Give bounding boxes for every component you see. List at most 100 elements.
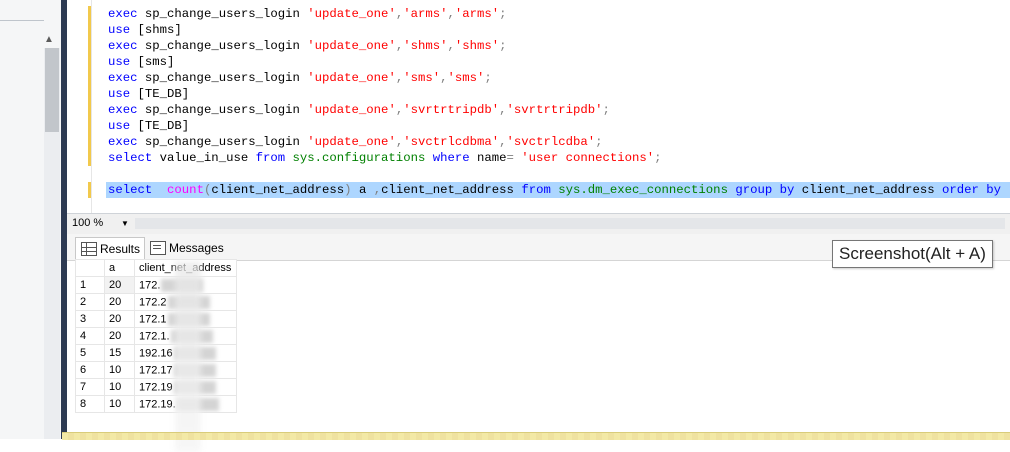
code-token: 'svctrlcdba': [506, 135, 596, 149]
code-line[interactable]: [108, 166, 1010, 182]
chevron-down-icon[interactable]: ▼: [121, 215, 129, 232]
code-token: use: [108, 55, 138, 69]
tree-divider: [0, 20, 44, 21]
row-number-header[interactable]: [75, 259, 105, 277]
code-token: 'svrtrtripdb': [403, 103, 500, 117]
cell-a[interactable]: 20: [104, 310, 135, 328]
scroll-up-icon[interactable]: ▲: [42, 34, 56, 46]
code-token: exec: [108, 103, 145, 117]
code-token: order by: [941, 183, 1010, 197]
redacted-overlay: [175, 262, 201, 452]
query-editor[interactable]: exec sp_change_users_login 'update_one',…: [67, 0, 1010, 213]
cell-text: 172.1.: [139, 329, 170, 342]
code-token: ,: [447, 7, 455, 21]
cell-text: 10: [109, 381, 122, 393]
cell-text: 20: [109, 279, 122, 291]
cell-text: 10: [109, 398, 122, 410]
code-token: select: [108, 151, 160, 165]
code-token: use: [108, 87, 138, 101]
code-line[interactable]: use [sms]: [108, 54, 1010, 70]
column-header-a[interactable]: a: [104, 259, 135, 277]
results-grid[interactable]: a client_net_address 120172.220172.23201…: [75, 259, 237, 413]
code-line[interactable]: use [shms]: [108, 22, 1010, 38]
row-number[interactable]: 3: [75, 310, 105, 328]
cell-text: 20: [109, 313, 122, 325]
table-row[interactable]: 5 15 192.16: [75, 344, 237, 362]
cell-a[interactable]: 20: [104, 327, 135, 345]
cell-text: 15: [109, 347, 122, 359]
cell-a[interactable]: 15: [104, 344, 135, 362]
code-token: client_net_address: [801, 183, 942, 197]
cell-text: 20: [109, 330, 122, 342]
table-row[interactable]: 1 20 172.: [75, 276, 237, 294]
code-line[interactable]: use [TE_DB]: [108, 118, 1010, 134]
code-token: sp_change_users_login: [144, 135, 308, 149]
cell-text: 172.19: [139, 380, 173, 393]
cell-text: 20: [109, 296, 122, 308]
code-line[interactable]: use [TE_DB]: [108, 86, 1010, 102]
cell-text: 172.: [139, 278, 161, 291]
cell-a[interactable]: 20: [104, 293, 135, 311]
cell-a[interactable]: 10: [104, 361, 135, 379]
code-token: count: [167, 183, 204, 197]
cell-text: 3: [80, 313, 87, 325]
row-number[interactable]: 2: [75, 293, 105, 311]
code-line[interactable]: exec sp_change_users_login 'update_one',…: [108, 6, 1010, 22]
code-token: 'svrtrtripdb': [506, 103, 603, 117]
code-line[interactable]: exec sp_change_users_login 'update_one',…: [108, 38, 1010, 54]
zoom-dropdown[interactable]: 100 % ▼: [69, 215, 129, 232]
row-number[interactable]: 7: [75, 378, 105, 396]
code-token: 'sms': [403, 71, 441, 85]
row-number[interactable]: 1: [75, 276, 105, 294]
code-token: ): [344, 183, 352, 197]
code-line[interactable]: select value_in_use from sys.configurati…: [108, 150, 1010, 166]
table-row[interactable]: 7 10 172.19: [75, 378, 237, 396]
code-line[interactable]: exec sp_change_users_login 'update_one',…: [108, 134, 1010, 150]
cell-text: 172.2: [139, 295, 167, 308]
cell-text: 2: [80, 296, 87, 308]
tab-messages[interactable]: Messages: [145, 237, 225, 259]
row-number[interactable]: 4: [75, 327, 105, 345]
tab-results[interactable]: Results: [75, 237, 145, 260]
zoom-value: 100 %: [72, 217, 104, 229]
code-token: 'shms': [403, 39, 448, 53]
cell-text: 5: [80, 347, 87, 359]
row-number[interactable]: 5: [75, 344, 105, 362]
sql-code[interactable]: exec sp_change_users_login 'update_one',…: [106, 6, 1010, 198]
cell-a[interactable]: 10: [104, 395, 135, 413]
code-token: ;: [654, 151, 662, 165]
code-token: ,: [499, 135, 507, 149]
code-line[interactable]: exec sp_change_users_login 'update_one',…: [108, 102, 1010, 118]
code-token: from: [521, 183, 559, 197]
horizontal-scrollbar[interactable]: [135, 218, 1005, 229]
code-token: sp_change_users_login: [144, 7, 308, 21]
code-token: sys.dm_exec_connections: [558, 183, 736, 197]
cell-text: 10: [109, 364, 122, 376]
code-token: sp_change_users_login: [144, 103, 308, 117]
code-token: from: [255, 151, 293, 165]
code-token: ;: [484, 71, 492, 85]
table-row[interactable]: 4 20 172.1.: [75, 327, 237, 345]
code-token: [TE_DB]: [137, 119, 190, 133]
row-number[interactable]: 8: [75, 395, 105, 413]
vertical-scrollbar-thumb[interactable]: [45, 48, 59, 132]
grid-header-row: a client_net_address: [75, 259, 237, 277]
code-token: exec: [108, 39, 145, 53]
code-token: 'update_one': [307, 39, 396, 53]
code-line[interactable]: select count(client_net_address) a ,clie…: [106, 182, 1010, 198]
table-row[interactable]: 3 20 172.1: [75, 310, 237, 328]
table-row[interactable]: 6 10 172.17: [75, 361, 237, 379]
code-token: use: [108, 119, 138, 133]
cell-a[interactable]: 10: [104, 378, 135, 396]
row-number[interactable]: 6: [75, 361, 105, 379]
table-row[interactable]: 8 10 172.19.: [75, 395, 237, 413]
code-token: ;: [499, 7, 507, 21]
code-token: 'sms': [447, 71, 485, 85]
code-line[interactable]: exec sp_change_users_login 'update_one',…: [108, 70, 1010, 86]
cell-text: 6: [80, 364, 87, 376]
code-token: 'arms': [454, 7, 500, 21]
code-token: a: [351, 183, 374, 197]
table-row[interactable]: 2 20 172.2: [75, 293, 237, 311]
code-token: [shms]: [137, 23, 182, 37]
cell-a[interactable]: 20: [104, 276, 135, 294]
